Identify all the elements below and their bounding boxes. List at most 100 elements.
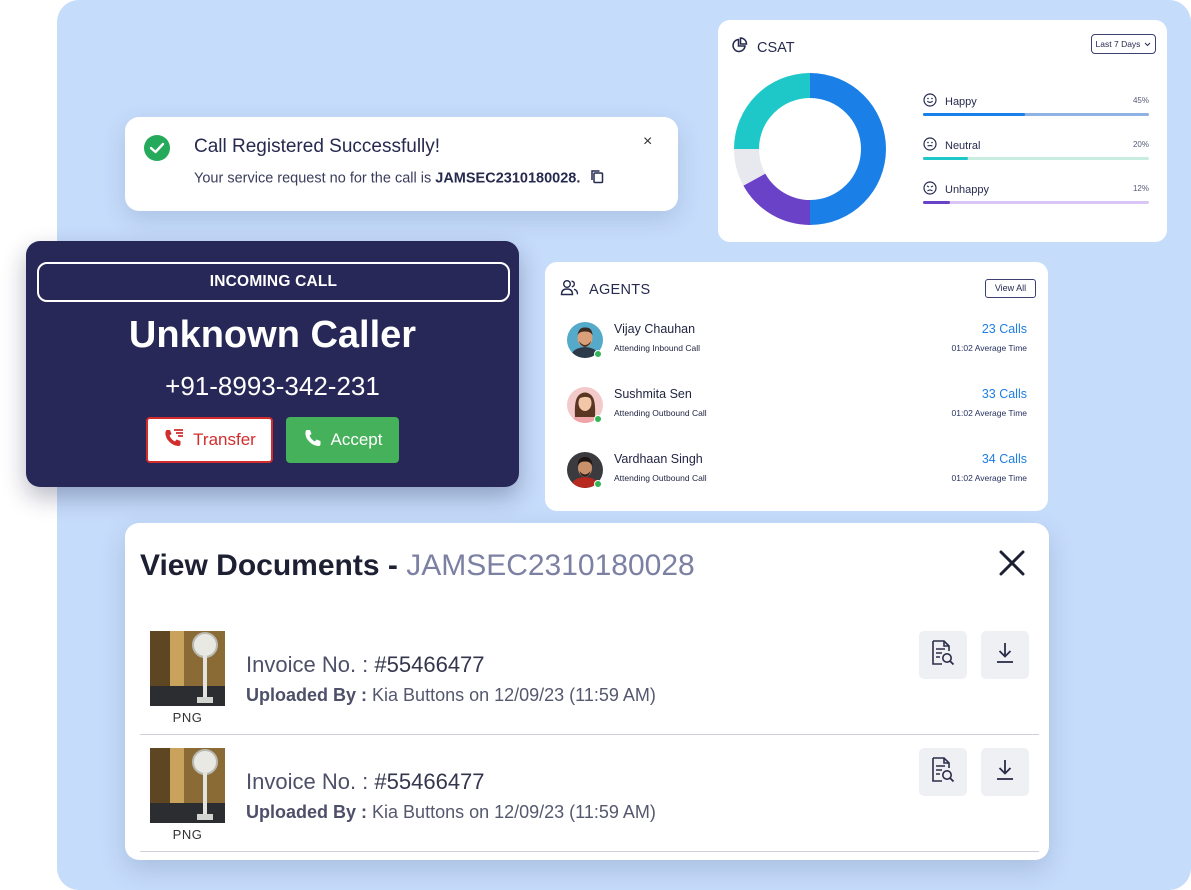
- divider: [140, 734, 1039, 735]
- online-status-dot: [594, 480, 602, 488]
- uploaded-key: Uploaded By :: [246, 685, 368, 705]
- csat-row-neutral: Neutral 20%: [923, 137, 1149, 160]
- toast-title: Call Registered Successfully!: [194, 136, 441, 157]
- csat-bar-track: [923, 157, 1149, 160]
- agent-row[interactable]: Sushmita Sen Attending Outbound Call 33 …: [567, 385, 1027, 425]
- csat-row-label: Neutral: [945, 139, 981, 152]
- neutral-face-icon: [923, 137, 937, 154]
- uploaded-value: Kia Buttons on 12/09/23 (11:59 AM): [372, 802, 656, 822]
- transfer-button[interactable]: Transfer: [146, 417, 273, 463]
- agent-calls: 23 Calls: [981, 322, 1027, 336]
- agent-row[interactable]: Vardhaan Singh Attending Outbound Call 3…: [567, 450, 1027, 490]
- donut-slice-neutral: [734, 73, 810, 149]
- incoming-call-header: INCOMING CALL: [37, 262, 510, 302]
- date-range-dropdown[interactable]: Last 7 Days: [1091, 34, 1156, 54]
- agent-average-time: 01:02 Average Time: [951, 343, 1027, 353]
- success-toast: Call Registered Successfully! Your servi…: [125, 117, 678, 211]
- transfer-label: Transfer: [193, 430, 256, 449]
- agents-title: AGENTS: [589, 281, 651, 298]
- phone-transfer-icon: [163, 427, 185, 454]
- agent-average-time: 01:02 Average Time: [951, 408, 1027, 418]
- invoice-key: Invoice No. :: [246, 652, 369, 677]
- uploaded-value: Kia Buttons on 12/09/23 (11:59 AM): [372, 685, 656, 705]
- donut-slice-happy: [810, 73, 886, 225]
- uploaded-key: Uploaded By :: [246, 802, 368, 822]
- view-document-button[interactable]: [919, 631, 967, 679]
- csat-header: CSAT: [731, 37, 795, 58]
- csat-row-percent: 20%: [1132, 140, 1149, 149]
- view-documents-panel: View Documents - JAMSEC2310180028 PNG In…: [125, 523, 1049, 860]
- csat-row-label: Unhappy: [945, 183, 990, 196]
- close-icon[interactable]: [998, 549, 1026, 582]
- invoice-value: #55466477: [374, 652, 485, 677]
- csat-row-percent: 45%: [1132, 96, 1149, 105]
- agent-status: Attending Outbound Call: [614, 408, 707, 418]
- document-row: PNG Invoice No. : #55466477 Uploaded By …: [140, 631, 1039, 748]
- check-circle-icon: [144, 135, 170, 161]
- csat-title: CSAT: [757, 39, 795, 56]
- csat-bar-fill: [923, 157, 969, 160]
- pie-chart-icon: [731, 37, 748, 58]
- uploaded-by: Uploaded By : Kia Buttons on 12/09/23 (1…: [246, 802, 656, 823]
- document-row: PNG Invoice No. : #55466477 Uploaded By …: [140, 748, 1039, 860]
- csat-bar-track: [923, 113, 1149, 116]
- invoice-number: Invoice No. : #55466477: [246, 652, 485, 678]
- csat-row-happy: Happy 45%: [923, 93, 1149, 116]
- csat-row-unhappy: Unhappy 12%: [923, 181, 1149, 204]
- csat-card: CSAT Last 7 Days Happy 45% Neutral 20% U…: [718, 20, 1167, 242]
- agent-calls: 34 Calls: [981, 452, 1027, 466]
- csat-row-percent: 12%: [1132, 184, 1149, 193]
- incoming-call-card: INCOMING CALL Unknown Caller +91-8993-34…: [26, 241, 519, 487]
- caller-number: +91-8993-342-231: [165, 371, 380, 401]
- csat-bar-fill: [923, 201, 951, 204]
- sad-face-icon: [923, 181, 937, 198]
- toast-close-button[interactable]: ×: [643, 133, 652, 151]
- agent-name: Vardhaan Singh: [614, 452, 703, 466]
- csat-bar-track: [923, 201, 1149, 204]
- csat-bar-fill: [923, 113, 1025, 116]
- smile-icon: [923, 93, 937, 110]
- agents-card: AGENTS View All Vijay Chauhan Attending …: [545, 262, 1048, 511]
- agent-average-time: 01:02 Average Time: [951, 473, 1027, 483]
- online-status-dot: [594, 415, 602, 423]
- accept-label: Accept: [330, 430, 383, 449]
- documents-title: View Documents - JAMSEC2310180028: [140, 549, 695, 583]
- agent-row[interactable]: Vijay Chauhan Attending Inbound Call 23 …: [567, 320, 1027, 360]
- donut-slice-unhappy: [743, 173, 810, 225]
- view-all-button[interactable]: View All: [985, 279, 1036, 298]
- copy-icon[interactable]: [590, 169, 604, 188]
- request-number: JAMSEC2310180028.: [435, 170, 581, 187]
- caller-name: Unknown Caller: [128, 314, 417, 356]
- agents-header: AGENTS: [560, 279, 650, 300]
- agent-name: Sushmita Sen: [614, 387, 692, 401]
- invoice-value: #55466477: [374, 769, 485, 794]
- agent-calls: 33 Calls: [981, 387, 1027, 401]
- toast-message-text: Your service request no for the call is: [194, 170, 432, 187]
- document-search-icon: [930, 639, 956, 672]
- documents-title-text: View Documents -: [140, 549, 398, 582]
- csat-row-label: Happy: [945, 95, 977, 108]
- agent-status: Attending Outbound Call: [614, 473, 707, 483]
- invoice-key: Invoice No. :: [246, 769, 369, 794]
- file-type-label: PNG: [172, 827, 203, 842]
- download-button[interactable]: [981, 631, 1029, 679]
- online-status-dot: [594, 350, 602, 358]
- chevron-down-icon: [1144, 39, 1151, 49]
- document-search-icon: [930, 756, 956, 789]
- agent-status: Attending Inbound Call: [614, 343, 701, 353]
- document-thumbnail[interactable]: [150, 748, 225, 823]
- documents-request-number: JAMSEC2310180028: [406, 549, 695, 582]
- invoice-number: Invoice No. : #55466477: [246, 769, 485, 795]
- agent-name: Vijay Chauhan: [614, 322, 696, 336]
- uploaded-by: Uploaded By : Kia Buttons on 12/09/23 (1…: [246, 685, 656, 706]
- view-document-button[interactable]: [919, 748, 967, 796]
- document-thumbnail[interactable]: [150, 631, 225, 706]
- csat-donut-chart: [734, 73, 886, 225]
- divider: [140, 851, 1039, 852]
- file-type-label: PNG: [172, 710, 203, 725]
- download-button[interactable]: [981, 748, 1029, 796]
- download-icon: [994, 758, 1016, 787]
- phone-icon: [303, 428, 323, 453]
- accept-button[interactable]: Accept: [286, 417, 399, 463]
- toast-message: Your service request no for the call is …: [194, 169, 604, 188]
